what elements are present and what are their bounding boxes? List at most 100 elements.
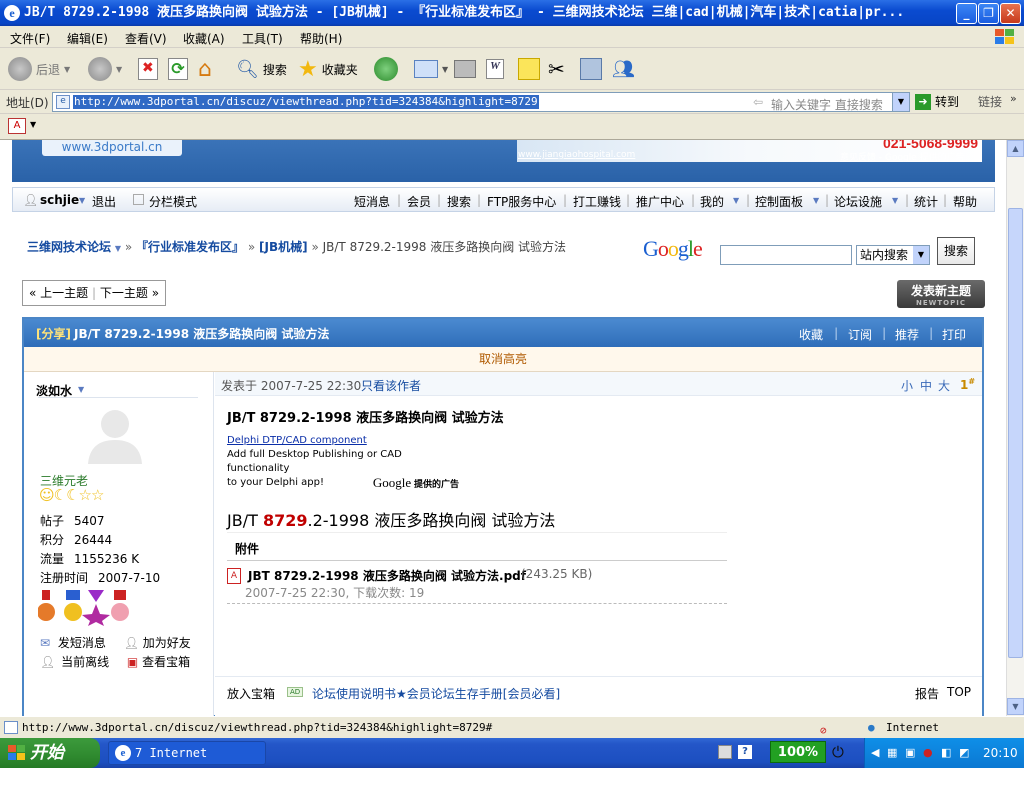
menu-edit[interactable]: 编辑(E) [67,30,108,47]
nav-members[interactable]: 会员 [407,193,431,210]
send-message-link[interactable]: 发短消息 [58,636,106,650]
dropdown-arrow-icon[interactable]: ▼ [116,65,122,74]
nav-ftp[interactable]: FTP服务中心 [487,193,556,210]
nav-control-panel[interactable]: 控制面板 [755,193,803,210]
address-dropdown-icon[interactable]: ▼ [892,93,909,111]
menu-tools[interactable]: 工具(T) [242,30,283,47]
new-topic-button[interactable]: 发表新主题 NEWTOPIC [897,280,985,308]
favorites-button[interactable]: ★ 收藏夹 [298,56,358,82]
links-button[interactable]: 链接 [978,93,1002,110]
chevron-right-icon[interactable]: » [1010,92,1017,105]
nav-stats[interactable]: 统计 [914,193,938,210]
google-search-input[interactable] [720,245,852,265]
nav-earn[interactable]: 打工赚钱 [573,193,621,210]
forward-button[interactable]: ▼ [88,56,122,82]
history-button[interactable] [374,56,398,82]
pdf-tool-icon[interactable]: A [8,118,26,134]
next-thread-link[interactable]: 下一主题 » [100,286,159,300]
recommend-link[interactable]: 推荐 [895,326,919,343]
menu-view[interactable]: 查看(V) [125,30,167,47]
research-button[interactable]: ✂ [548,56,565,82]
volume-icon[interactable]: ◧ [941,746,951,759]
prev-thread-link[interactable]: « 上一主题 [29,286,88,300]
minimize-button[interactable]: _ [956,3,977,24]
qq-icon[interactable]: ● [923,746,933,759]
clock[interactable]: 20:10 [983,746,1018,760]
go-button[interactable]: ➜ 转到 [915,93,959,110]
power-plug-icon[interactable]: ⏻ [832,743,844,761]
print-button[interactable] [454,56,476,82]
attachment-link[interactable]: JBT 8729.2-1998 液压多路换向阀 试验方法.pdf [248,567,526,584]
dropdown-arrow-icon[interactable]: ▼ [64,65,70,74]
menu-file[interactable]: 文件(F) [10,30,50,47]
display-icon[interactable]: ▣ [905,746,915,759]
nav-messages[interactable]: 短消息 [354,193,390,210]
mail-button[interactable]: ▼ [414,56,448,82]
help-icon[interactable]: ? [738,745,752,759]
restore-button[interactable]: ❐ [978,3,999,24]
split-mode-checkbox[interactable] [133,194,144,205]
network-icon[interactable]: ▦ [887,746,897,759]
font-medium-link[interactable]: 中 [920,377,932,394]
start-button[interactable]: 开始 [0,738,100,768]
breadcrumb-forum[interactable]: 三维网技术论坛 [27,240,111,254]
keyboard-icon[interactable] [718,745,732,759]
ad-feedback[interactable]: 意见反馈 - Google 提供的广告 [840,150,965,163]
back-button[interactable]: 后退 ▼ [8,56,70,82]
forum-guide-link[interactable]: 论坛使用说明书★会员论坛生存手册[会员必看] [312,685,560,702]
cancel-highlight-link[interactable]: 取消高亮 [479,352,527,366]
font-small-link[interactable]: 小 [901,377,913,394]
google-ad[interactable]: Delphi DTP/CAD component Add full Deskto… [227,434,461,492]
chevron-down-icon[interactable]: ▼ [78,385,84,394]
home-button[interactable]: ⌂ [198,56,212,82]
address-input[interactable]: e http://www.3dportal.cn/discuz/viewthre… [52,92,910,112]
battery-percentage[interactable]: 100% [770,741,826,763]
messenger-button[interactable]: 👥︎ [612,56,635,82]
nav-search[interactable]: 搜索 [447,193,471,210]
close-button[interactable]: ✕ [1000,3,1021,24]
add-friend-link[interactable]: 加为好友 [143,636,191,650]
dropdown-arrow-icon[interactable]: ▼ [30,120,36,129]
chevron-down-icon[interactable]: ▼ [892,196,898,205]
stop-button[interactable]: ✖ [138,56,158,82]
only-author-link[interactable]: 只看该作者 [361,377,421,394]
nav-help[interactable]: 帮助 [953,193,977,210]
chevron-left-icon[interactable]: ◀ [871,746,879,759]
window-title-bar[interactable]: e JB/T 8729.2-1998 液压多路换向阀 试验方法 - [JB机械]… [0,0,1024,26]
edit-button[interactable]: W [486,56,504,82]
view-treasure-link[interactable]: 查看宝箱 [142,655,190,669]
search-scope-select[interactable]: 站内搜索 ▼ [856,245,930,265]
subscribe-link[interactable]: 订阅 [848,326,872,343]
tray-app-icon[interactable]: ◩ [959,746,969,759]
chevron-down-icon[interactable]: ▼ [913,246,929,264]
font-large-link[interactable]: 大 [938,377,950,394]
scroll-down-icon[interactable]: ▼ [1007,698,1024,715]
report-link[interactable]: 报告 [915,685,939,702]
nav-promotion[interactable]: 推广中心 [636,193,684,210]
chevron-down-icon[interactable]: ▼ [733,196,739,205]
breadcrumb-board[interactable]: [JB机械] [259,240,308,254]
treasure-link[interactable]: 放入宝箱 [227,685,275,702]
top-link[interactable]: TOP [947,685,971,699]
refresh-button[interactable]: ⟳ [168,56,188,82]
scroll-thumb[interactable] [1008,208,1023,658]
media-button[interactable] [580,56,602,82]
dropdown-arrow-icon[interactable]: ▼ [442,65,448,74]
favorite-link[interactable]: 收藏 [799,326,823,343]
nav-facilities[interactable]: 论坛设施 [834,193,882,210]
chevron-down-icon[interactable]: ▼ [79,196,85,205]
discuss-button[interactable] [518,56,540,82]
post-tag[interactable]: [分享] [36,325,71,342]
menu-favorites[interactable]: 收藏(A) [183,30,225,47]
vertical-scrollbar[interactable]: ▲ ▼ [1006,140,1024,716]
nav-mine[interactable]: 我的 [700,193,724,210]
breadcrumb-section[interactable]: 『行业标准发布区』 [136,240,244,254]
site-link[interactable]: www.3dportal.cn [42,140,182,156]
scroll-up-icon[interactable]: ▲ [1007,140,1024,157]
ad-title[interactable]: Delphi DTP/CAD component [227,434,461,448]
menu-help[interactable]: 帮助(H) [300,30,342,47]
taskbar-ie-window[interactable]: e 7 Internet Expl... ▼ [108,741,266,782]
logout-link[interactable]: 退出 [92,193,116,210]
chevron-down-icon[interactable]: ▼ [115,244,121,253]
ad-link[interactable]: www.jiangiaohospital.com [518,150,635,160]
